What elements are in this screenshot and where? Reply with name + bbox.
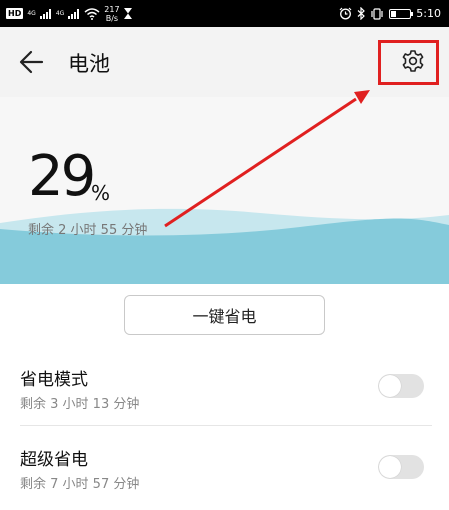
vibrate-icon <box>371 7 383 20</box>
one-key-save-button[interactable]: 一键省电 <box>124 295 325 335</box>
battery-icon <box>389 8 414 19</box>
status-bar: HD 4G 4G 217 B/s 5:10 <box>0 0 449 27</box>
page-title: 电池 <box>68 52 110 76</box>
arrow-left-icon <box>19 50 44 74</box>
alarm-icon <box>339 7 352 20</box>
power-saving-toggle[interactable] <box>378 374 424 398</box>
hourglass-icon <box>123 8 132 19</box>
signal-icon <box>68 8 80 19</box>
gear-icon <box>402 50 424 72</box>
network-type-2: 4G <box>55 10 65 17</box>
percent-sign: % <box>91 181 111 205</box>
hd-indicator: HD <box>6 8 24 19</box>
ultra-power-saving-row[interactable]: 超级省电 剩余 7 小时 57 分钟 <box>0 436 449 506</box>
network-type-1: 4G <box>27 10 36 17</box>
network-speed: 217 B/s <box>104 4 120 23</box>
clock: 5:10 <box>416 7 441 20</box>
bluetooth-icon <box>357 7 366 20</box>
signal-icon <box>39 8 51 19</box>
toggle-knob <box>379 375 401 397</box>
wifi-icon <box>84 7 100 20</box>
back-button[interactable] <box>14 47 46 77</box>
remaining-time: 剩余 2 小时 55 分钟 <box>28 223 148 238</box>
battery-panel: 29 % 剩余 2 小时 55 分钟 <box>0 97 449 284</box>
mode-title: 省电模式 <box>20 370 88 390</box>
power-saving-mode-row[interactable]: 省电模式 剩余 3 小时 13 分钟 <box>0 355 449 425</box>
mode-remaining: 剩余 3 小时 13 分钟 <box>20 397 140 412</box>
app-header: 电池 <box>0 27 449 97</box>
mode-remaining: 剩余 7 小时 57 分钟 <box>20 477 140 492</box>
mode-title: 超级省电 <box>20 450 88 470</box>
settings-button[interactable] <box>379 40 441 84</box>
divider <box>20 425 432 426</box>
toggle-knob <box>379 456 401 478</box>
battery-percent: 29 <box>28 144 96 209</box>
ultra-power-saving-toggle[interactable] <box>378 455 424 479</box>
